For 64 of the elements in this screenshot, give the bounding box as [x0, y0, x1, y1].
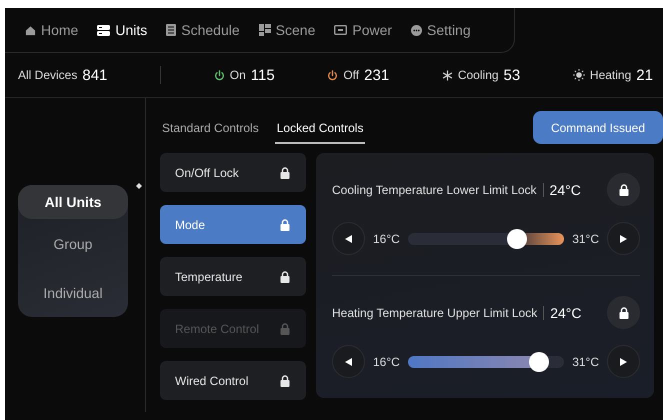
increase-button[interactable]: [607, 345, 640, 378]
snowflake-icon: [442, 70, 453, 80]
lock-icon: [618, 306, 628, 318]
power-icon: [214, 70, 225, 80]
list-icon: [166, 24, 176, 36]
control-tab[interactable]: Locked Controls: [274, 117, 366, 144]
stat-label: Cooling: [458, 68, 499, 82]
min-label: 16°C: [373, 354, 400, 368]
decrease-button[interactable]: [332, 345, 365, 378]
stat-value: 53: [504, 66, 520, 84]
home-icon: [25, 24, 36, 36]
command-button[interactable]: Command Issued: [533, 111, 663, 144]
grid-icon: [258, 24, 271, 36]
right-arrow-icon: [620, 234, 627, 242]
lock-option[interactable]: Temperature: [160, 257, 306, 296]
lock-icon: [280, 270, 290, 282]
nav-tab[interactable]: Setting: [403, 18, 479, 42]
scope-option[interactable]: All Units: [18, 185, 128, 219]
lock-icon: [618, 184, 628, 196]
lock-icon: [280, 322, 290, 334]
min-label: 16°C: [373, 232, 400, 246]
max-label: 31°C: [572, 232, 599, 246]
limit-title: Cooling Temperature Lower Limit Lock: [332, 182, 544, 196]
left-arrow-icon: [345, 358, 352, 366]
scope-option[interactable]: Individual: [18, 276, 128, 310]
max-label: 31°C: [572, 354, 599, 368]
lock-button[interactable]: [607, 296, 640, 329]
stat-label: On: [230, 68, 246, 82]
lock-icon: [280, 374, 290, 386]
sun-icon: [572, 69, 585, 81]
lock-option[interactable]: Wired Control: [160, 361, 306, 400]
screen-icon: [334, 25, 348, 35]
server-icon: [97, 24, 110, 36]
nav-tab[interactable]: Home: [17, 18, 86, 42]
scope-option[interactable]: Group: [18, 227, 128, 261]
stat-value: 115: [250, 66, 275, 84]
limit-title: Heating Temperature Upper Limit Lock: [332, 306, 544, 320]
lock-option[interactable]: Mode: [160, 205, 306, 244]
lock-icon: [280, 166, 290, 178]
lock-button[interactable]: [607, 173, 640, 206]
stat-value: 21: [636, 66, 653, 84]
left-arrow-icon: [345, 234, 352, 242]
increase-button[interactable]: [607, 222, 640, 255]
stat-value: 231: [364, 66, 390, 84]
nav-tab[interactable]: Schedule: [158, 18, 248, 42]
chat-icon: [411, 24, 422, 36]
slider-thumb[interactable]: [529, 352, 550, 372]
power-icon: [327, 70, 338, 80]
limit-value: 24°C: [550, 182, 582, 198]
decrease-button[interactable]: [332, 222, 365, 255]
lock-option[interactable]: On/Off Lock: [160, 153, 306, 192]
stat-label: Off: [343, 68, 360, 82]
control-tab[interactable]: Standard Controls: [160, 117, 261, 144]
nav-tab[interactable]: Units: [89, 18, 156, 42]
right-arrow-icon: [620, 358, 627, 366]
nav-tab[interactable]: Scene: [250, 18, 324, 42]
nav-tab[interactable]: Power: [326, 18, 400, 42]
stat-label: All Devices: [18, 68, 78, 82]
lock-icon: [280, 218, 290, 230]
slider-thumb[interactable]: [507, 228, 528, 248]
handle-icon: [136, 183, 142, 189]
stat-label: Heating: [590, 68, 632, 82]
stat-value: 841: [82, 66, 108, 84]
limit-value: 24°C: [550, 304, 582, 320]
